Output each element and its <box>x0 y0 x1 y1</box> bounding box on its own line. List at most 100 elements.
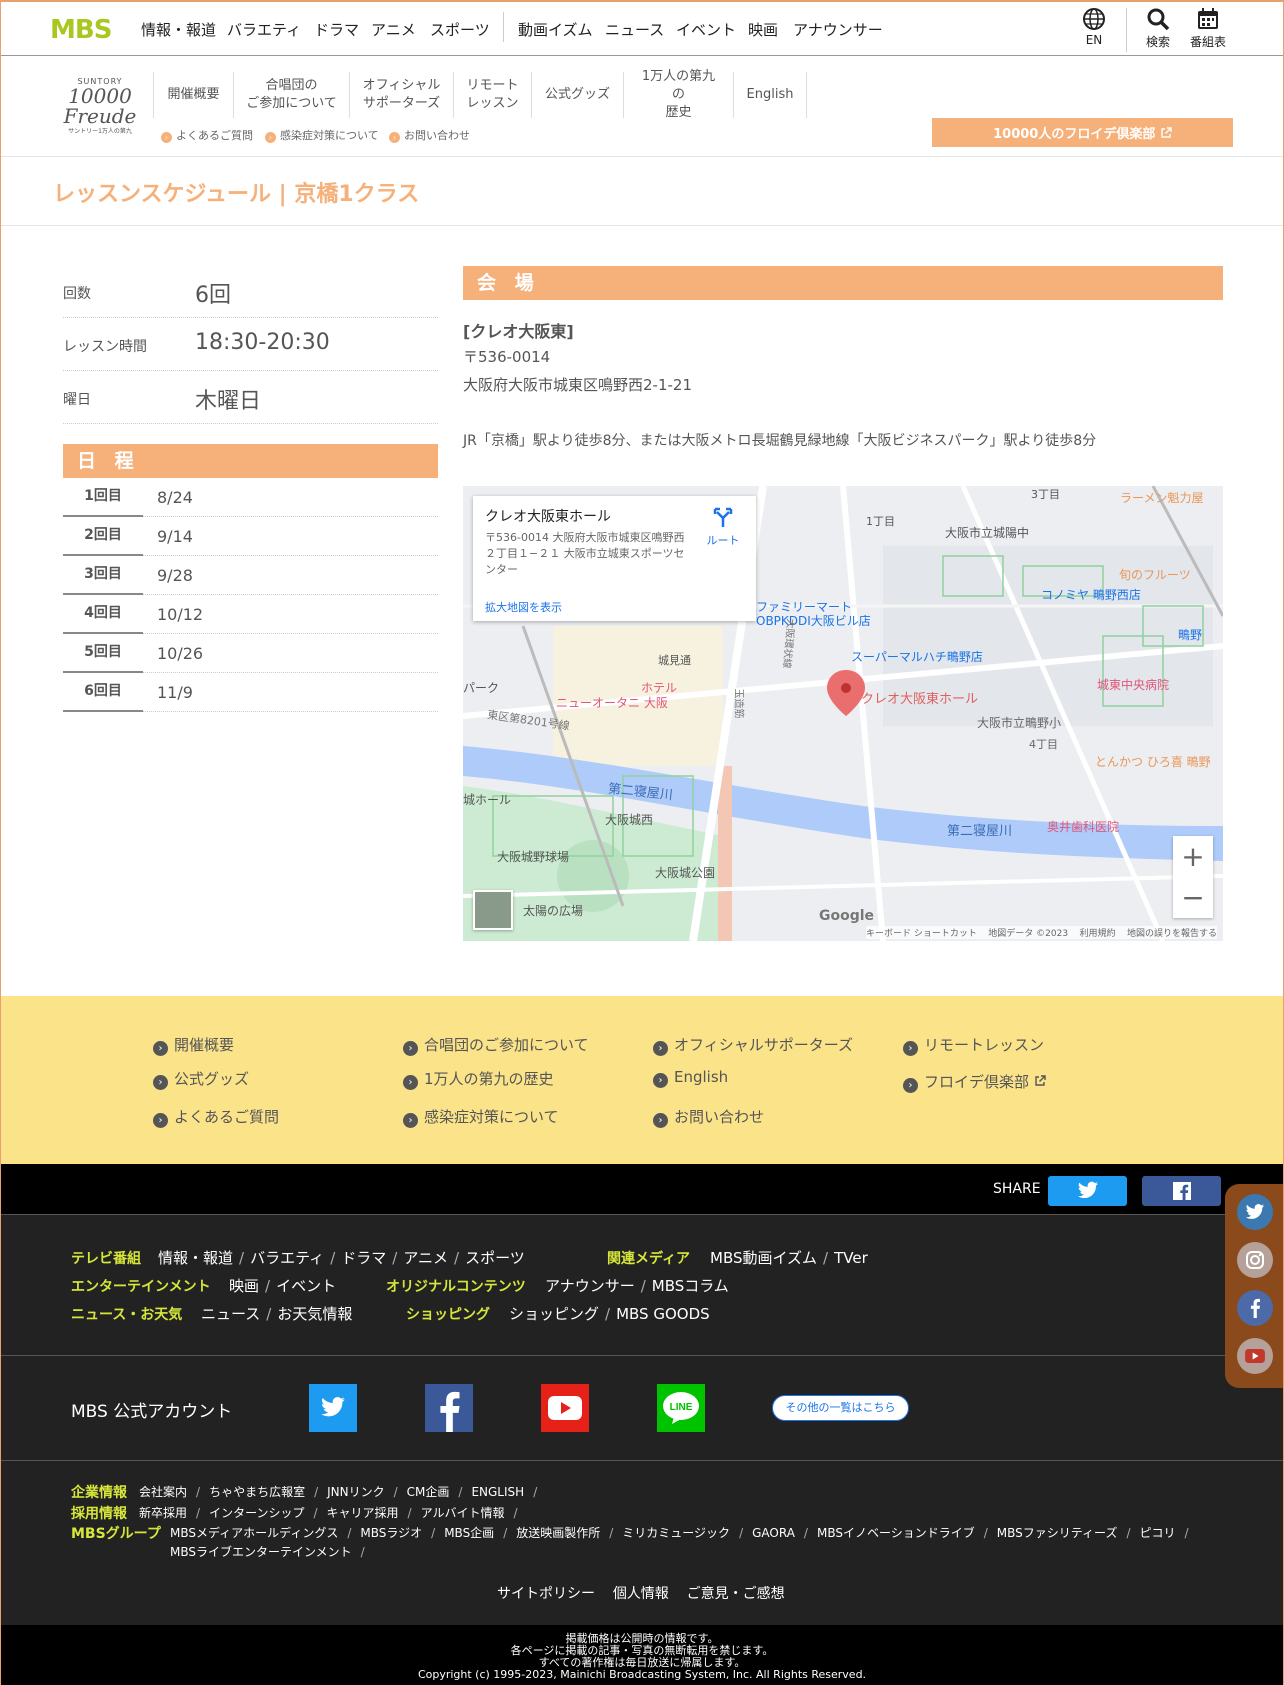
footer-link[interactable]: MBSファシリティーズ <box>997 1526 1118 1540</box>
footer-link[interactable]: アナウンサー <box>545 1277 635 1295</box>
footer-link-faq[interactable]: › よくあるご質問 <box>153 1106 279 1128</box>
other-accounts-button[interactable]: その他の一覧はこちら <box>772 1395 909 1421</box>
footer-link-overview[interactable]: › 開催概要 <box>153 1034 234 1056</box>
footer-link[interactable]: TVer <box>834 1249 868 1267</box>
footer-link-goods[interactable]: › 公式グッズ <box>153 1068 249 1090</box>
official-youtube-button[interactable] <box>541 1384 589 1432</box>
share-facebook-button[interactable] <box>1142 1176 1221 1206</box>
official-line-button[interactable]: LINE <box>657 1384 705 1432</box>
subnav-remote-lesson[interactable]: リモート レッスン <box>453 72 531 118</box>
footer-link[interactable]: アルバイト情報 <box>421 1506 505 1520</box>
footer-link[interactable]: 放送映画製作所 <box>516 1526 600 1540</box>
footer-link[interactable]: GAORA <box>752 1526 795 1540</box>
footer-link-contact[interactable]: › お問い合わせ <box>653 1106 764 1128</box>
footer-link[interactable]: 情報・報道 <box>158 1249 233 1267</box>
mbs-logo[interactable]: MBS <box>50 15 112 45</box>
zoom-in-button[interactable]: + <box>1173 836 1213 877</box>
footer-link[interactable]: CM企画 <box>407 1485 450 1499</box>
nav-anime[interactable]: アニメ <box>371 19 416 40</box>
footer-link[interactable]: ピコリ <box>1140 1526 1176 1540</box>
side-youtube-button[interactable] <box>1237 1338 1273 1374</box>
footer-link[interactable]: お天気情報 <box>277 1305 352 1323</box>
search-button[interactable]: 検索 <box>1133 7 1183 50</box>
report-error-link[interactable]: 地図の誤りを報告する <box>1127 929 1217 939</box>
footer-link[interactable]: アニメ <box>403 1249 448 1267</box>
nav-news[interactable]: ニュース <box>605 19 664 40</box>
official-twitter-button[interactable] <box>309 1384 357 1432</box>
footer-link[interactable]: MBSメディアホールディングス <box>170 1526 338 1540</box>
footer-link[interactable]: MBSコラム <box>652 1277 729 1295</box>
footer-link[interactable]: スポーツ <box>465 1249 525 1267</box>
footer-link[interactable]: インターンシップ <box>209 1506 304 1520</box>
footer-link[interactable]: ENGLISH <box>471 1485 524 1499</box>
nav-event[interactable]: イベント <box>676 19 736 40</box>
footer-link-history[interactable]: › 1万人の第九の歴史 <box>403 1068 554 1090</box>
footer-link[interactable]: MBS GOODS <box>616 1305 710 1323</box>
map-label: 鴫野 <box>1178 628 1203 642</box>
chevron-right-icon: › <box>153 1041 168 1056</box>
footer-link[interactable]: ミリカミュージック <box>622 1526 730 1540</box>
footer-link[interactable]: キャリア採用 <box>327 1506 399 1520</box>
subnav-overview[interactable]: 開催概要 <box>153 72 233 118</box>
footer-link-club[interactable]: › フロイデ倶楽部 <box>903 1071 1046 1093</box>
share-twitter-button[interactable] <box>1048 1176 1127 1206</box>
satellite-toggle[interactable] <box>473 890 513 930</box>
subnav-supporters[interactable]: オフィシャル サポーターズ <box>349 72 453 118</box>
footer-link[interactable]: MBSラジオ <box>360 1526 422 1540</box>
footer-link[interactable]: MBSライブエンターテインメント <box>170 1545 352 1559</box>
nav-announcer[interactable]: アナウンサー <box>793 19 883 40</box>
freude-logo[interactable]: SUNTORY 10000 Freude サントリー1万人の第九 <box>51 77 149 135</box>
nav-sports[interactable]: スポーツ <box>430 19 490 40</box>
footer-link[interactable]: JNNリンク <box>327 1485 385 1499</box>
infection-link[interactable]: › 感染症対策について <box>265 127 379 143</box>
site-policy-link[interactable]: サイトポリシー <box>497 1586 595 1602</box>
footer-link-english[interactable]: › English <box>653 1068 728 1088</box>
footer-link-supporters[interactable]: › オフィシャルサポーターズ <box>653 1034 853 1056</box>
contact-link[interactable]: › お問い合わせ <box>389 127 470 143</box>
nav-drama[interactable]: ドラマ <box>314 19 359 40</box>
nav-news-info[interactable]: 情報・報道 <box>141 19 216 40</box>
nav-movie[interactable]: 映画 <box>748 19 778 40</box>
footer-link-remote[interactable]: › リモートレッスン <box>903 1034 1044 1056</box>
faq-link[interactable]: › よくあるご質問 <box>161 127 253 143</box>
google-map[interactable]: クレオ大阪東ホール 〒536-0014 大阪府大阪市城東区鳴野西２丁目１−２１ … <box>463 486 1223 941</box>
side-facebook-button[interactable] <box>1237 1290 1273 1326</box>
side-instagram-button[interactable] <box>1237 1242 1273 1278</box>
footer-link-infection[interactable]: › 感染症対策について <box>403 1106 559 1128</box>
subnav-goods[interactable]: 公式グッズ <box>531 72 623 118</box>
keyboard-shortcuts-link[interactable]: キーボード ショートカット <box>866 929 977 939</box>
enlarge-map-link[interactable]: 拡大地図を表示 <box>485 599 562 615</box>
nav-douga-ism[interactable]: 動画イズム <box>518 19 593 40</box>
footer-link[interactable]: 映画 <box>229 1277 259 1295</box>
terms-link[interactable]: 利用規約 <box>1080 929 1116 939</box>
privacy-link[interactable]: 個人情報 <box>613 1586 669 1602</box>
route-button[interactable]: ルート <box>701 506 745 548</box>
footer-link[interactable]: イベント <box>276 1277 336 1295</box>
chevron-right-icon: › <box>389 132 400 143</box>
subnav-history[interactable]: 1万人の第九の 歴史 <box>623 69 733 120</box>
footer-link[interactable]: ショッピング <box>509 1305 599 1323</box>
subnav-choir-join[interactable]: 合唱団の ご参加について <box>233 72 349 118</box>
footer-link[interactable]: ちゃやまち広報室 <box>209 1485 305 1499</box>
map-label: 太陽の広場 <box>523 904 584 918</box>
footer-link-choir[interactable]: › 合唱団のご参加について <box>403 1034 589 1056</box>
footer-link[interactable]: MBS動画イズム <box>710 1249 817 1267</box>
subnav-english[interactable]: English <box>733 72 807 118</box>
footer-link[interactable]: 会社案内 <box>139 1485 187 1499</box>
footer-link[interactable]: ニュース <box>201 1305 260 1323</box>
facebook-icon <box>1250 1298 1260 1318</box>
side-twitter-button[interactable] <box>1237 1194 1273 1230</box>
official-facebook-button[interactable] <box>425 1384 473 1432</box>
zoom-out-button[interactable]: − <box>1173 877 1213 918</box>
search-label: 検索 <box>1145 35 1170 49</box>
nav-variety[interactable]: バラエティ <box>227 19 301 40</box>
feedback-link[interactable]: ご意見・ご感想 <box>687 1586 785 1602</box>
footer-link[interactable]: 新卒採用 <box>139 1506 187 1520</box>
footer-link[interactable]: バラエティ <box>250 1249 324 1267</box>
freude-club-button[interactable]: 10000人のフロイデ倶楽部 <box>932 118 1233 147</box>
language-button[interactable]: EN <box>1069 7 1119 47</box>
tv-guide-button[interactable]: 番組表 <box>1183 7 1233 50</box>
footer-link[interactable]: MBSイノベーションドライブ <box>817 1526 975 1540</box>
footer-link[interactable]: ドラマ <box>341 1249 386 1267</box>
footer-link[interactable]: MBS企画 <box>444 1526 494 1540</box>
